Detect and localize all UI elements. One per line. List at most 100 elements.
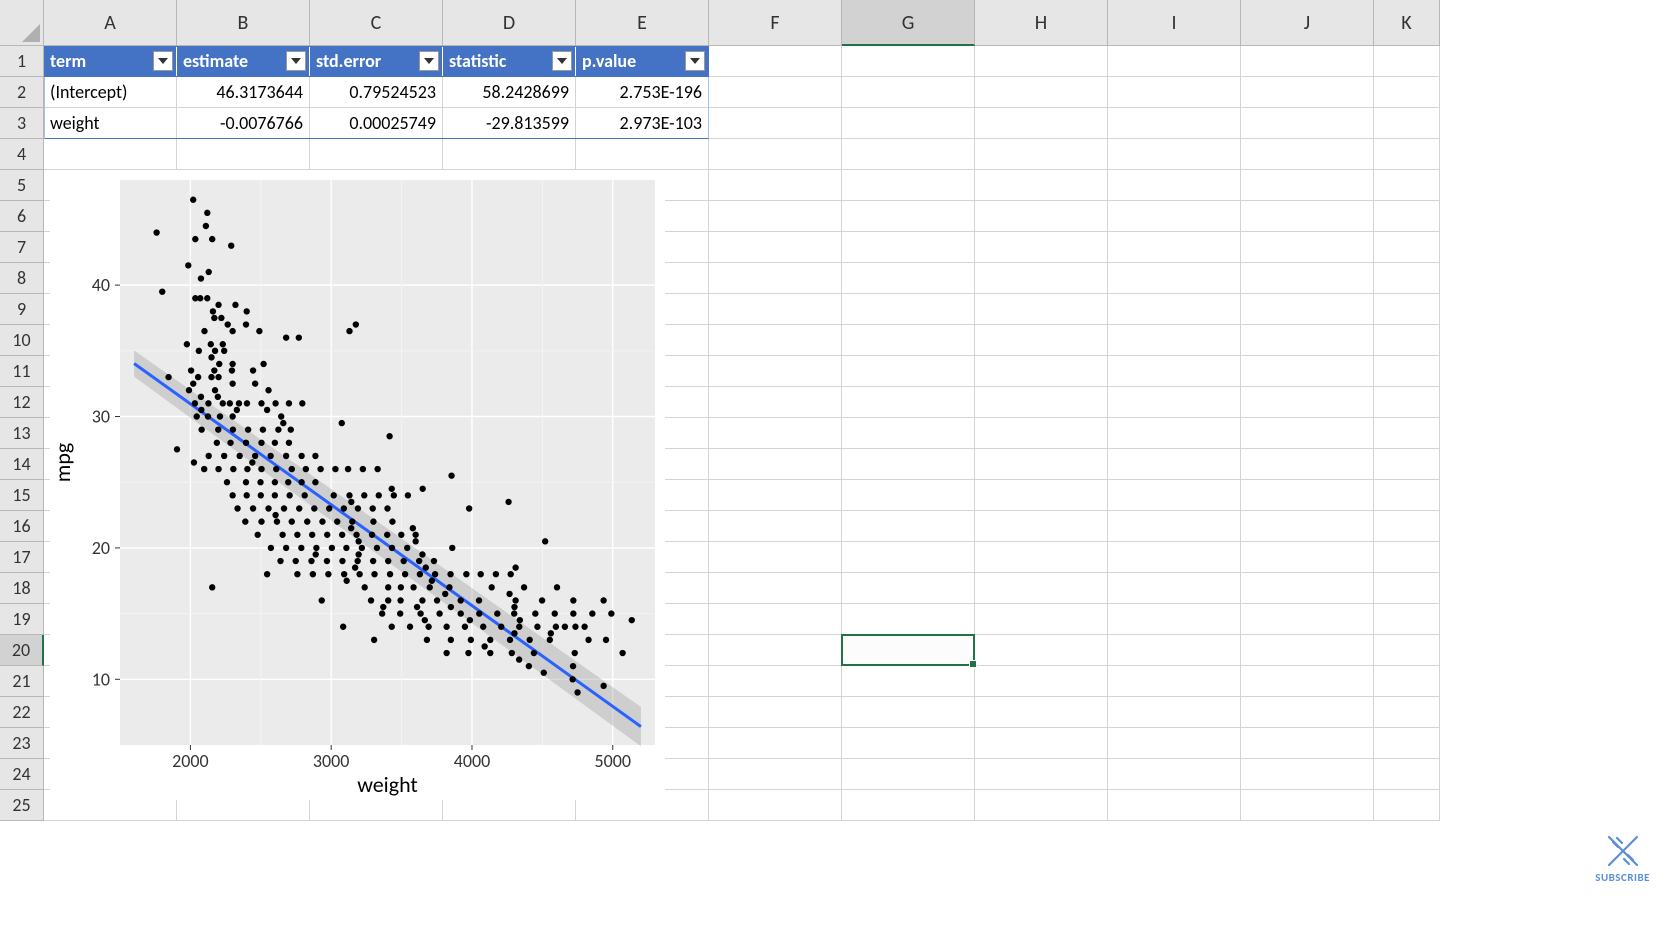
row-header-9[interactable]: 9 bbox=[0, 294, 44, 325]
cell-H16[interactable] bbox=[975, 511, 1108, 542]
cell-I14[interactable] bbox=[1108, 449, 1241, 480]
cell-K13[interactable] bbox=[1374, 418, 1440, 449]
cell-I19[interactable] bbox=[1108, 604, 1241, 635]
cell-K22[interactable] bbox=[1374, 697, 1440, 728]
cell-G18[interactable] bbox=[842, 573, 975, 604]
cell-G19[interactable] bbox=[842, 604, 975, 635]
cell-H6[interactable] bbox=[975, 201, 1108, 232]
cell-J4[interactable] bbox=[1241, 139, 1374, 170]
cell-F1[interactable] bbox=[709, 46, 842, 77]
cell-F17[interactable] bbox=[709, 542, 842, 573]
cell-K25[interactable] bbox=[1374, 790, 1440, 821]
filter-dropdown-icon[interactable] bbox=[685, 51, 705, 71]
cell-H14[interactable] bbox=[975, 449, 1108, 480]
cell-F10[interactable] bbox=[709, 325, 842, 356]
cell-G7[interactable] bbox=[842, 232, 975, 263]
cell-J1[interactable] bbox=[1241, 46, 1374, 77]
cell-G20[interactable] bbox=[842, 635, 975, 666]
cell-H23[interactable] bbox=[975, 728, 1108, 759]
cell-A3[interactable]: weight bbox=[44, 108, 177, 139]
row-header-24[interactable]: 24 bbox=[0, 759, 44, 790]
cell-C2[interactable]: 0.79524523 bbox=[310, 77, 443, 108]
column-header-J[interactable]: J bbox=[1241, 0, 1374, 46]
cell-G6[interactable] bbox=[842, 201, 975, 232]
cell-J9[interactable] bbox=[1241, 294, 1374, 325]
column-header-C[interactable]: C bbox=[310, 0, 443, 46]
row-header-13[interactable]: 13 bbox=[0, 418, 44, 449]
cell-I18[interactable] bbox=[1108, 573, 1241, 604]
cell-H12[interactable] bbox=[975, 387, 1108, 418]
column-header-H[interactable]: H bbox=[975, 0, 1108, 46]
cell-G24[interactable] bbox=[842, 759, 975, 790]
cell-G5[interactable] bbox=[842, 170, 975, 201]
cell-I2[interactable] bbox=[1108, 77, 1241, 108]
cell-I5[interactable] bbox=[1108, 170, 1241, 201]
cell-J22[interactable] bbox=[1241, 697, 1374, 728]
cell-I21[interactable] bbox=[1108, 666, 1241, 697]
cell-F22[interactable] bbox=[709, 697, 842, 728]
cell-H10[interactable] bbox=[975, 325, 1108, 356]
cell-G22[interactable] bbox=[842, 697, 975, 728]
cell-H15[interactable] bbox=[975, 480, 1108, 511]
cell-I1[interactable] bbox=[1108, 46, 1241, 77]
cell-J20[interactable] bbox=[1241, 635, 1374, 666]
cell-I16[interactable] bbox=[1108, 511, 1241, 542]
cell-G1[interactable] bbox=[842, 46, 975, 77]
cell-D2[interactable]: 58.2428699 bbox=[443, 77, 576, 108]
cell-D1[interactable]: statistic bbox=[443, 46, 576, 77]
cell-K10[interactable] bbox=[1374, 325, 1440, 356]
column-header-E[interactable]: E bbox=[576, 0, 709, 46]
cell-F7[interactable] bbox=[709, 232, 842, 263]
cell-F8[interactable] bbox=[709, 263, 842, 294]
cell-E1[interactable]: p.value bbox=[576, 46, 709, 77]
cell-K1[interactable] bbox=[1374, 46, 1440, 77]
cell-D4[interactable] bbox=[443, 139, 576, 170]
cell-C4[interactable] bbox=[310, 139, 443, 170]
cell-F5[interactable] bbox=[709, 170, 842, 201]
cell-J18[interactable] bbox=[1241, 573, 1374, 604]
row-header-10[interactable]: 10 bbox=[0, 325, 44, 356]
cell-H19[interactable] bbox=[975, 604, 1108, 635]
filter-dropdown-icon[interactable] bbox=[552, 51, 572, 71]
cell-I24[interactable] bbox=[1108, 759, 1241, 790]
row-header-15[interactable]: 15 bbox=[0, 480, 44, 511]
cell-G13[interactable] bbox=[842, 418, 975, 449]
cell-F16[interactable] bbox=[709, 511, 842, 542]
cell-I6[interactable] bbox=[1108, 201, 1241, 232]
row-header-22[interactable]: 22 bbox=[0, 697, 44, 728]
row-header-20[interactable]: 20 bbox=[0, 635, 44, 666]
cell-J2[interactable] bbox=[1241, 77, 1374, 108]
cell-F3[interactable] bbox=[709, 108, 842, 139]
cell-K3[interactable] bbox=[1374, 108, 1440, 139]
select-all-corner[interactable] bbox=[0, 0, 44, 46]
cell-G11[interactable] bbox=[842, 356, 975, 387]
cell-J3[interactable] bbox=[1241, 108, 1374, 139]
row-header-21[interactable]: 21 bbox=[0, 666, 44, 697]
cell-K5[interactable] bbox=[1374, 170, 1440, 201]
cell-E4[interactable] bbox=[576, 139, 709, 170]
row-header-11[interactable]: 11 bbox=[0, 356, 44, 387]
cell-F25[interactable] bbox=[709, 790, 842, 821]
filter-dropdown-icon[interactable] bbox=[153, 51, 173, 71]
cell-H22[interactable] bbox=[975, 697, 1108, 728]
cell-G4[interactable] bbox=[842, 139, 975, 170]
row-header-16[interactable]: 16 bbox=[0, 511, 44, 542]
cell-K19[interactable] bbox=[1374, 604, 1440, 635]
row-header-5[interactable]: 5 bbox=[0, 170, 44, 201]
cell-J14[interactable] bbox=[1241, 449, 1374, 480]
cell-E3[interactable]: 2.973E-103 bbox=[576, 108, 709, 139]
cell-I25[interactable] bbox=[1108, 790, 1241, 821]
cell-I15[interactable] bbox=[1108, 480, 1241, 511]
row-header-4[interactable]: 4 bbox=[0, 139, 44, 170]
cell-H25[interactable] bbox=[975, 790, 1108, 821]
cell-I10[interactable] bbox=[1108, 325, 1241, 356]
cell-A4[interactable] bbox=[44, 139, 177, 170]
cell-I8[interactable] bbox=[1108, 263, 1241, 294]
cell-G12[interactable] bbox=[842, 387, 975, 418]
cell-K11[interactable] bbox=[1374, 356, 1440, 387]
cell-G25[interactable] bbox=[842, 790, 975, 821]
cell-K2[interactable] bbox=[1374, 77, 1440, 108]
filter-dropdown-icon[interactable] bbox=[419, 51, 439, 71]
cell-G23[interactable] bbox=[842, 728, 975, 759]
row-header-1[interactable]: 1 bbox=[0, 46, 44, 77]
